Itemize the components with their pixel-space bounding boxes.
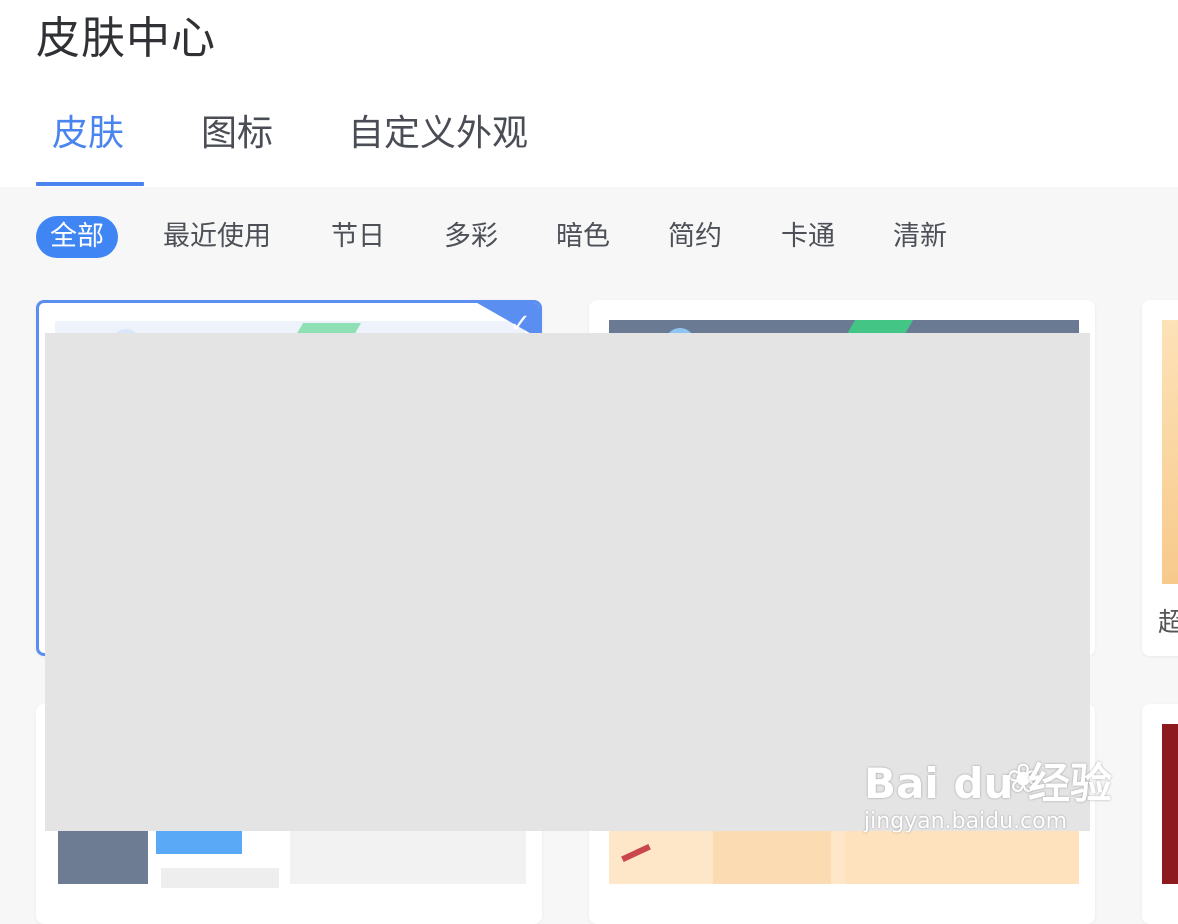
- category-fresh[interactable]: 清新: [893, 216, 947, 258]
- category-holiday[interactable]: 节日: [331, 216, 385, 258]
- category-cartoon[interactable]: 卡通: [781, 216, 835, 258]
- watermark-main: Bai du 经验: [864, 759, 1112, 808]
- thumbnail-content: [290, 824, 526, 884]
- redaction-overlay: [45, 333, 1090, 831]
- skin-card-peek[interactable]: 超: [1142, 300, 1178, 656]
- category-all[interactable]: 全部: [36, 216, 118, 258]
- category-dark[interactable]: 暗色: [556, 216, 610, 258]
- active-tab-indicator: [36, 182, 144, 186]
- thumbnail-sidebar: [58, 824, 148, 884]
- thumbnail-bar: [161, 868, 279, 888]
- skin-thumbnail: [1162, 724, 1178, 884]
- tab-icons[interactable]: 图标: [201, 108, 273, 160]
- watermark: Bai du 经验 jingyan.baidu.com: [864, 760, 1112, 836]
- skin-card-row2-peek[interactable]: [1142, 704, 1178, 924]
- watermark-sub: jingyan.baidu.com: [864, 809, 1068, 834]
- skin-name: 超: [1158, 608, 1178, 638]
- tab-skin[interactable]: 皮肤: [52, 108, 124, 160]
- skin-thumbnail: [1162, 320, 1178, 584]
- accent-shape: [846, 320, 914, 334]
- thumbnail-block: [713, 824, 831, 884]
- page-title: 皮肤中心: [36, 13, 216, 64]
- header-bar: 皮肤中心 皮肤 图标 自定义外观: [0, 0, 1178, 187]
- tab-custom-appearance[interactable]: 自定义外观: [348, 108, 528, 160]
- category-simple[interactable]: 简约: [668, 216, 722, 258]
- category-recent[interactable]: 最近使用: [163, 216, 271, 258]
- category-colorful[interactable]: 多彩: [444, 216, 498, 258]
